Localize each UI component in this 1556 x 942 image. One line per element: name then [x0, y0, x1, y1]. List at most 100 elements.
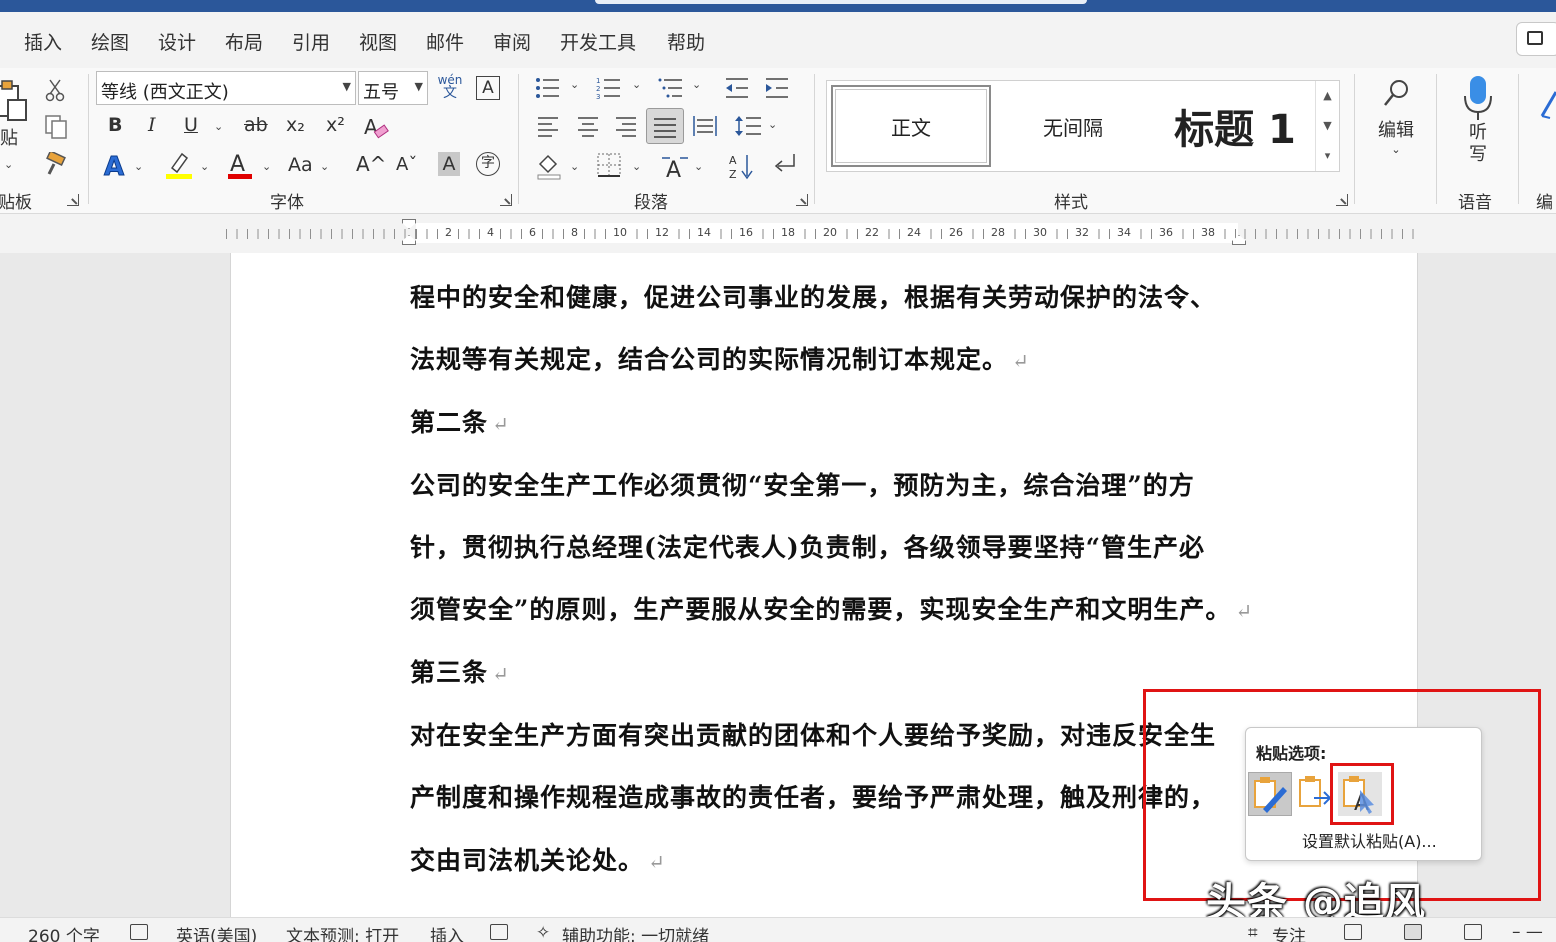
- sort-button[interactable]: A Z: [728, 152, 756, 180]
- font-name-combo[interactable]: 等线 (西文正文) ▼: [96, 71, 356, 105]
- tab-review[interactable]: 审阅: [493, 28, 531, 55]
- numbering-button[interactable]: 1 2 3: [596, 76, 622, 100]
- align-center-button[interactable]: [576, 114, 600, 138]
- font-color-caret[interactable]: ⌄: [262, 160, 271, 173]
- borders-caret[interactable]: ⌄: [632, 160, 641, 173]
- character-shading-button[interactable]: A: [438, 152, 460, 176]
- horizontal-ruler[interactable]: 2 4 6 8 10 12 14 16 18 20 22 24 26 28 30 32 34 36 38: [226, 219, 1420, 245]
- align-right-button[interactable]: [614, 114, 638, 138]
- superscript-button[interactable]: x²: [326, 116, 345, 135]
- tab-view[interactable]: 视图: [359, 28, 397, 55]
- justify-button[interactable]: [646, 108, 684, 144]
- tab-draw[interactable]: 绘图: [91, 28, 129, 55]
- search-box-edge[interactable]: [595, 0, 1087, 4]
- italic-button[interactable]: I: [148, 116, 156, 135]
- multilevel-caret[interactable]: ⌄: [692, 78, 701, 91]
- underline-dropdown-caret[interactable]: ⌄: [214, 120, 223, 133]
- enclose-characters-button[interactable]: 字: [476, 152, 500, 176]
- phonetic-guide-button[interactable]: wén 文: [436, 74, 464, 100]
- decrease-indent-button[interactable]: [724, 76, 750, 100]
- font-color-button[interactable]: A: [226, 150, 254, 180]
- cut-button[interactable]: [44, 78, 66, 102]
- format-painter-button[interactable]: [44, 152, 68, 176]
- chinese-layout-button[interactable]: A: [660, 152, 690, 180]
- borders-button[interactable]: [596, 152, 622, 178]
- tab-design[interactable]: 设计: [158, 28, 196, 55]
- document-line[interactable]: 第二条 ↵: [410, 403, 510, 439]
- style-heading-1[interactable]: 标题 1: [1155, 85, 1315, 167]
- line-spacing-button[interactable]: [734, 114, 762, 138]
- clipboard-launcher-icon[interactable]: [67, 194, 79, 206]
- bullets-button[interactable]: [535, 76, 561, 100]
- paste-button[interactable]: [0, 78, 30, 126]
- copy-button[interactable]: [44, 114, 68, 140]
- tab-help[interactable]: 帮助: [667, 28, 705, 55]
- focus-mode[interactable]: 专注: [1272, 922, 1306, 942]
- distributed-button[interactable]: [692, 114, 718, 138]
- print-layout-icon[interactable]: [1404, 924, 1422, 940]
- tab-insert[interactable]: 插入: [24, 28, 62, 55]
- dictate-button[interactable]: 听 写: [1460, 74, 1496, 164]
- paragraph-launcher-icon[interactable]: [796, 194, 808, 206]
- change-case-caret[interactable]: ⌄: [320, 160, 329, 173]
- strikethrough-button[interactable]: ab: [244, 116, 268, 135]
- comments-button[interactable]: [1516, 22, 1556, 56]
- highlight-caret[interactable]: ⌄: [200, 160, 209, 173]
- clear-formatting-button[interactable]: A: [362, 114, 390, 140]
- editing-button[interactable]: 编辑 ⌄: [1376, 78, 1416, 155]
- document-line[interactable]: 第三条 ↵: [410, 653, 510, 689]
- document-line[interactable]: 针，贯彻执行总经理(法定代表人)负责制，各级领导要坚持“管生产必: [410, 528, 1205, 564]
- styles-launcher-icon[interactable]: [1336, 194, 1348, 206]
- font-size-combo[interactable]: 五号 ▼: [358, 71, 428, 105]
- document-line[interactable]: 公司的安全生产工作必须贯彻“安全第一，预防为主，综合治理”的方: [410, 466, 1195, 502]
- text-effects-button[interactable]: A: [102, 152, 128, 180]
- insert-mode[interactable]: 插入: [430, 922, 464, 942]
- numbering-caret[interactable]: ⌄: [632, 78, 641, 91]
- document-line[interactable]: 须管安全”的原则，生产要服从安全的需要，实现安全生产和文明生产。 ↵: [410, 590, 1253, 626]
- document-line[interactable]: 法规等有关规定，结合公司的实际情况制订本规定。 ↵: [410, 340, 1030, 376]
- underline-button[interactable]: U: [184, 116, 198, 135]
- style-no-spacing[interactable]: 无间隔: [993, 85, 1153, 167]
- bold-button[interactable]: B: [108, 116, 122, 135]
- read-mode-icon[interactable]: [1344, 924, 1362, 940]
- highlight-button[interactable]: [164, 150, 194, 180]
- change-case-button[interactable]: Aa: [288, 156, 313, 175]
- style-normal[interactable]: 正文: [831, 85, 991, 167]
- font-launcher-icon[interactable]: [500, 194, 512, 206]
- gallery-more-icon[interactable]: ▾: [1316, 141, 1339, 171]
- document-line[interactable]: 产制度和操作规程造成事故的责任者，要给予严肃处理，触及刑律的，: [410, 778, 1216, 814]
- text-effects-caret[interactable]: ⌄: [134, 160, 143, 173]
- styles-gallery[interactable]: 正文 无间隔 标题 1 ▲ ▼ ▾: [826, 80, 1340, 172]
- document-line[interactable]: 交由司法机关论处。 ↵: [410, 841, 666, 877]
- increase-indent-button[interactable]: [764, 76, 790, 100]
- accessibility-status[interactable]: 辅助功能: 一切就绪: [562, 922, 709, 942]
- tab-developer[interactable]: 开发工具: [560, 28, 636, 55]
- multilevel-list-button[interactable]: [658, 76, 684, 100]
- character-border-button[interactable]: A: [476, 76, 500, 100]
- word-count[interactable]: 260 个字: [28, 922, 100, 942]
- shading-button[interactable]: [536, 152, 562, 180]
- gallery-up-icon[interactable]: ▲: [1316, 81, 1339, 111]
- first-line-indent-marker[interactable]: [402, 219, 416, 229]
- editor-button[interactable]: [1540, 88, 1556, 128]
- align-left-button[interactable]: [536, 114, 560, 138]
- tab-mailings[interactable]: 邮件: [426, 28, 464, 55]
- subscript-button[interactable]: x₂: [286, 116, 305, 135]
- text-prediction-status[interactable]: 文本预测: 打开: [286, 922, 399, 942]
- document-line[interactable]: 对在安全生产方面有突出贡献的团体和个人要给予奖励，对违反安全生: [410, 716, 1216, 752]
- grow-font-button[interactable]: A^: [356, 154, 386, 174]
- language-indicator[interactable]: 英语(美国): [176, 922, 257, 942]
- line-spacing-caret[interactable]: ⌄: [768, 118, 777, 131]
- document-line[interactable]: 程中的安全和健康，促进公司事业的发展，根据有关劳动保护的法令、: [410, 278, 1216, 314]
- paste-dropdown-caret[interactable]: ⌄: [4, 158, 13, 171]
- proofing-icon[interactable]: [130, 924, 148, 940]
- shrink-font-button[interactable]: Aˇ: [396, 156, 417, 174]
- web-layout-icon[interactable]: [1464, 924, 1482, 940]
- bullets-caret[interactable]: ⌄: [570, 78, 579, 91]
- tab-layout[interactable]: 布局: [225, 28, 263, 55]
- tab-references[interactable]: 引用: [292, 28, 330, 55]
- show-marks-button[interactable]: [772, 152, 798, 178]
- zoom-slider-icon[interactable]: – —: [1512, 922, 1543, 942]
- macro-record-icon[interactable]: [490, 924, 508, 940]
- gallery-down-icon[interactable]: ▼: [1316, 111, 1339, 141]
